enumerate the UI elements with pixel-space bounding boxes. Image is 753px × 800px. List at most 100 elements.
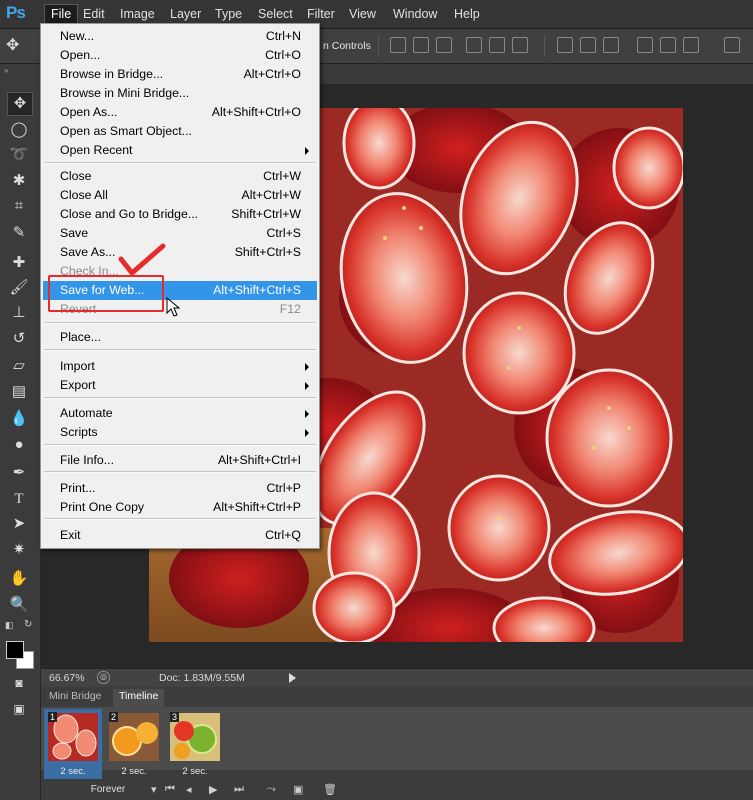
auto-align-icon[interactable]: [724, 37, 740, 53]
menu-item-open-as-smart-object[interactable]: Open as Smart Object...: [43, 122, 317, 141]
menu-item-print[interactable]: Print... Ctrl+P: [43, 479, 317, 498]
menu-item-open-as[interactable]: Open As... Alt+Shift+Ctrl+O: [43, 103, 317, 122]
loop-select[interactable]: Forever: [71, 784, 145, 795]
menu-window[interactable]: Window: [387, 5, 443, 23]
menu-select[interactable]: Select: [252, 5, 299, 23]
frame-delay[interactable]: 2 sec.: [166, 766, 224, 777]
swap-colors-icon[interactable]: ↻: [24, 619, 32, 630]
distribute-bottom-icon[interactable]: [603, 37, 619, 53]
menu-item-close-and-go-to-bridge[interactable]: Close and Go to Bridge... Shift+Ctrl+W: [43, 205, 317, 224]
status-menu-arrow-icon[interactable]: [289, 673, 296, 683]
align-right-icon[interactable]: [512, 37, 528, 53]
menu-item-print-one-copy[interactable]: Print One Copy Alt+Shift+Ctrl+P: [43, 498, 317, 517]
menu-item-open-recent[interactable]: Open Recent: [43, 141, 317, 160]
menu-item-export[interactable]: Export: [43, 376, 317, 395]
menu-item-label: Save As...: [60, 245, 116, 259]
crop-tool-icon[interactable]: ⌗: [7, 195, 31, 217]
eraser-icon[interactable]: ▱: [7, 355, 31, 377]
menu-item-new[interactable]: New... Ctrl+N: [43, 27, 317, 46]
zoom-tool-icon[interactable]: 🔍: [7, 594, 31, 616]
tab-mini-bridge[interactable]: Mini Bridge: [43, 689, 108, 707]
history-brush-icon[interactable]: ↺: [7, 328, 31, 350]
menu-help[interactable]: Help: [448, 5, 486, 23]
duplicate-frame-icon[interactable]: ▣: [293, 783, 303, 796]
align-left-icon[interactable]: [466, 37, 482, 53]
delete-frame-icon[interactable]: 🗑: [323, 783, 337, 796]
eyedropper-icon[interactable]: ✎: [7, 222, 31, 244]
menu-item-label: Open as Smart Object...: [60, 124, 192, 138]
distribute-right-icon[interactable]: [683, 37, 699, 53]
distribute-vcenter-icon[interactable]: [580, 37, 596, 53]
menu-item-open[interactable]: Open... Ctrl+O: [43, 46, 317, 65]
path-selection-icon[interactable]: ➤: [7, 513, 31, 535]
menu-item-shortcut: Ctrl+W: [263, 169, 301, 183]
lasso-tool-icon[interactable]: ➰: [7, 144, 31, 166]
frame-delay[interactable]: 2 sec.: [44, 766, 102, 777]
menu-edit[interactable]: Edit: [77, 5, 111, 23]
menu-item-save-as[interactable]: Save As... Shift+Ctrl+S: [43, 243, 317, 262]
distribute-hcenter-icon[interactable]: [660, 37, 676, 53]
foreground-color-swatch[interactable]: [6, 641, 24, 659]
brush-tool-icon[interactable]: 🖌: [7, 277, 31, 299]
frame-delay[interactable]: 2 sec.: [105, 766, 163, 777]
export-icon[interactable]: ◎: [97, 671, 110, 684]
move-tool-preset-icon[interactable]: ✥: [6, 35, 19, 55]
menu-item-browse-in-bridge[interactable]: Browse in Bridge... Alt+Ctrl+O: [43, 65, 317, 84]
move-tool-icon[interactable]: ✥: [7, 92, 33, 116]
distribute-top-icon[interactable]: [557, 37, 573, 53]
magic-wand-icon[interactable]: ✱: [7, 170, 31, 192]
previous-frame-icon[interactable]: ◂: [186, 783, 192, 796]
menu-item-shortcut: Alt+Shift+Ctrl+O: [211, 105, 301, 119]
menu-image[interactable]: Image: [114, 5, 161, 23]
menu-item-save[interactable]: Save Ctrl+S: [43, 224, 317, 243]
menu-item-close-all[interactable]: Close All Alt+Ctrl+W: [43, 186, 317, 205]
menu-file[interactable]: File: [44, 4, 79, 24]
dodge-tool-icon[interactable]: ●: [7, 434, 31, 456]
menu-view[interactable]: View: [343, 5, 382, 23]
clone-stamp-icon[interactable]: ⊥: [7, 302, 31, 324]
loop-dropdown-icon[interactable]: ▾: [151, 783, 157, 796]
menu-separator: [44, 397, 316, 399]
menu-item-exit[interactable]: Exit Ctrl+Q: [43, 526, 317, 545]
collapse-panel-icon[interactable]: »: [4, 66, 8, 75]
frame-2[interactable]: 2 2 sec.: [105, 709, 163, 779]
play-icon[interactable]: ▶: [209, 783, 217, 796]
menu-item-label: Close All: [60, 188, 108, 202]
menu-item-close[interactable]: Close Ctrl+W: [43, 167, 317, 186]
next-frame-icon[interactable]: ⏭: [234, 783, 244, 796]
default-colors-icon[interactable]: ◧: [5, 620, 14, 631]
menu-type[interactable]: Type: [209, 5, 248, 23]
screen-mode-icon[interactable]: ▣: [7, 698, 31, 720]
type-tool-icon[interactable]: T: [7, 488, 31, 510]
submenu-arrow-icon: [305, 363, 309, 371]
menu-layer[interactable]: Layer: [164, 5, 207, 23]
menu-item-file-info[interactable]: File Info... Alt+Shift+Ctrl+I: [43, 451, 317, 470]
menu-item-scripts[interactable]: Scripts: [43, 423, 317, 442]
align-top-icon[interactable]: [390, 37, 406, 53]
frame-3[interactable]: 3 2 sec.: [166, 709, 224, 779]
tween-icon[interactable]: ⤳: [267, 783, 276, 796]
healing-brush-icon[interactable]: ✚: [7, 252, 31, 274]
frame-1[interactable]: 1 2 sec.: [44, 709, 102, 779]
pen-tool-icon[interactable]: ✒: [7, 462, 31, 484]
zoom-level[interactable]: 66.67%: [49, 672, 85, 684]
marquee-tool-icon[interactable]: ◯: [7, 119, 31, 141]
menu-item-shortcut: Alt+Ctrl+W: [241, 188, 301, 202]
align-horizontal-center-icon[interactable]: [489, 37, 505, 53]
menu-item-automate[interactable]: Automate: [43, 404, 317, 423]
distribute-left-icon[interactable]: [637, 37, 653, 53]
timeline-controls: Forever ▾ ⏮ ◂ ▶ ⏭ ⤳ ▣ 🗑: [41, 780, 753, 800]
menu-item-place[interactable]: Place...: [43, 328, 317, 347]
gradient-tool-icon[interactable]: ▤: [7, 381, 31, 403]
tab-timeline[interactable]: Timeline: [113, 689, 165, 707]
menu-item-browse-in-mini-bridge[interactable]: Browse in Mini Bridge...: [43, 84, 317, 103]
menu-filter[interactable]: Filter: [301, 5, 341, 23]
blur-tool-icon[interactable]: 💧: [7, 408, 31, 430]
first-frame-icon[interactable]: ⏮: [165, 783, 175, 796]
shape-tool-icon[interactable]: ✷: [7, 539, 31, 561]
hand-tool-icon[interactable]: ✋: [7, 568, 31, 590]
align-bottom-icon[interactable]: [436, 37, 452, 53]
align-vertical-center-icon[interactable]: [413, 37, 429, 53]
quick-mask-icon[interactable]: ◙: [7, 672, 31, 694]
menu-item-import[interactable]: Import: [43, 357, 317, 376]
